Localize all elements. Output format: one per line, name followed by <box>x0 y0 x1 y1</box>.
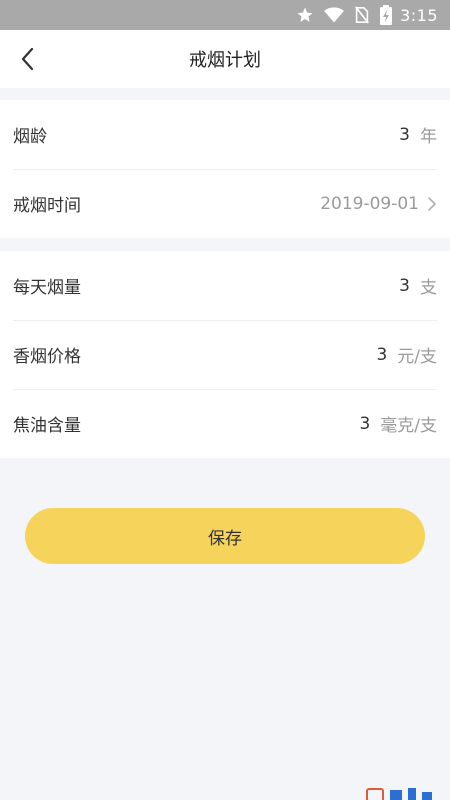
consumption-section: 每天烟量 3 支 香烟价格 3 元/支 焦油含量 3 毫克/支 <box>0 251 450 458</box>
ime-tool-icon <box>422 792 432 800</box>
tar-label: 焦油含量 <box>13 416 81 436</box>
price-value[interactable]: 3 <box>376 345 387 365</box>
daily-amount-row[interactable]: 每天烟量 3 支 <box>0 251 450 320</box>
no-sim-icon <box>354 6 370 24</box>
smoking-years-label: 烟龄 <box>13 127 47 147</box>
tar-value[interactable]: 3 <box>359 414 370 434</box>
save-button[interactable]: 保存 <box>25 508 425 564</box>
price-label: 香烟价格 <box>13 347 81 367</box>
smoking-years-unit: 年 <box>420 127 437 147</box>
smoking-years-row[interactable]: 烟龄 3 年 <box>0 100 450 169</box>
smoking-history-section: 烟龄 3 年 戒烟时间 2019-09-01 <box>0 100 450 238</box>
wifi-icon <box>324 6 345 24</box>
quit-date-value[interactable]: 2019-09-01 <box>320 194 419 214</box>
status-bar: 3:15 <box>0 0 450 30</box>
quit-date-label: 戒烟时间 <box>13 196 81 216</box>
tar-row[interactable]: 焦油含量 3 毫克/支 <box>0 389 450 458</box>
daily-amount-unit: 支 <box>420 278 437 298</box>
price-unit: 元/支 <box>397 347 437 367</box>
save-button-label: 保存 <box>208 528 242 549</box>
ime-icon <box>366 788 384 800</box>
daily-amount-value[interactable]: 3 <box>399 276 410 296</box>
page-title: 戒烟计划 <box>189 50 261 71</box>
star-icon <box>296 6 314 24</box>
status-time: 3:15 <box>400 5 438 25</box>
ime-mode-icon <box>390 790 402 800</box>
back-button[interactable] <box>14 45 42 73</box>
chevron-left-icon <box>21 47 34 71</box>
top-bar: 戒烟计划 <box>0 30 450 88</box>
daily-amount-label: 每天烟量 <box>13 278 81 298</box>
ime-toolbar-fragment <box>360 786 450 800</box>
battery-icon <box>380 5 393 25</box>
quit-date-row[interactable]: 戒烟时间 2019-09-01 <box>0 169 450 238</box>
chevron-right-icon <box>428 196 436 211</box>
smoking-years-value[interactable]: 3 <box>399 125 410 145</box>
tar-unit: 毫克/支 <box>380 416 437 436</box>
price-row[interactable]: 香烟价格 3 元/支 <box>0 320 450 389</box>
ime-punct-icon <box>408 788 416 800</box>
